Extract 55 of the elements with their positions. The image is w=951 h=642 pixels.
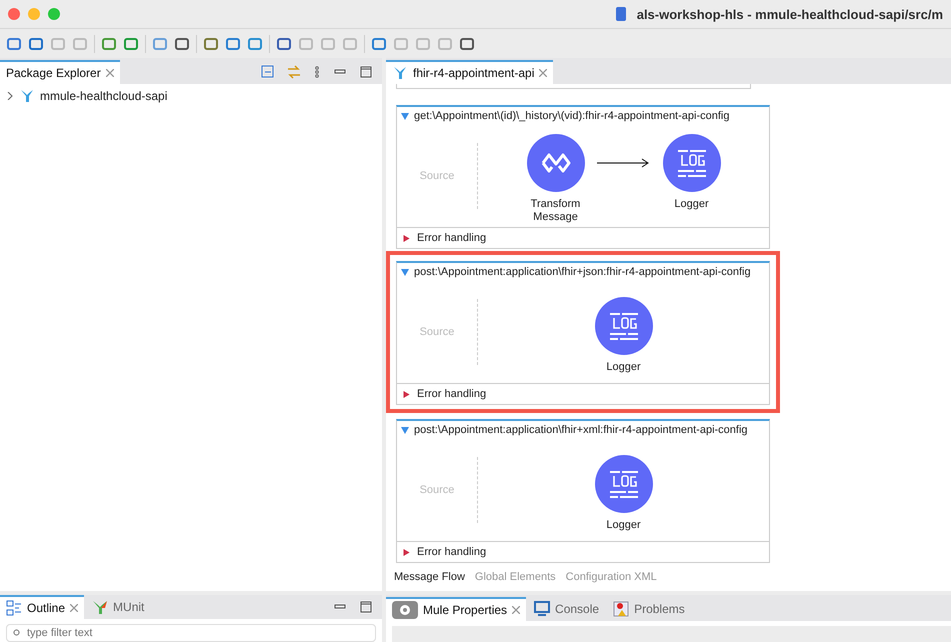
panel-tab[interactable]: Outline [0, 595, 84, 619]
panel-tab[interactable]: MUnit [86, 595, 150, 619]
view-tab[interactable]: Message Flow [394, 569, 465, 585]
munit-icon [92, 599, 108, 615]
project-icon [19, 88, 35, 104]
component-label: Logger [674, 198, 709, 211]
logger-icon[interactable] [594, 296, 652, 354]
close-icon[interactable] [70, 604, 78, 612]
transform-icon[interactable] [526, 134, 584, 192]
error-handling-label: Error handling [417, 546, 486, 558]
collapse-triangle-icon[interactable] [401, 112, 409, 120]
close-icon[interactable] [512, 606, 520, 614]
logger-icon[interactable] [662, 134, 720, 192]
source-label: Source [418, 484, 456, 496]
error-handling-label: Error handling [417, 388, 486, 400]
collapse-triangle-icon[interactable] [401, 426, 409, 434]
expand-triangle-icon[interactable] [403, 548, 411, 556]
editor-tab[interactable]: fhir-r4-appointment-api [386, 60, 554, 84]
component-label: Logger [606, 518, 641, 532]
close-icon[interactable] [539, 69, 548, 77]
error-handling-label: Error handling [417, 232, 486, 244]
flow-name: get:\Appointment\(id)\_history\(vid):fhir-r4-appointment-api-config [414, 110, 730, 122]
view-menu-icon[interactable] [312, 66, 322, 78]
source-label: Source [418, 326, 456, 338]
gear-icon [392, 601, 418, 619]
zoom-button[interactable] [48, 8, 60, 20]
flow-name: post:\Appointment:application\fhir+xml:fhir-r4-appointment-api-config [414, 424, 748, 436]
window-title: als-workshop-hls - mmule-healthcloud-sapi/src/m [636, 6, 943, 22]
expand-triangle-icon[interactable] [403, 234, 411, 242]
panel-tab[interactable]: Mule Properties [386, 597, 526, 621]
outline-icon [6, 600, 22, 616]
expand-triangle-icon[interactable] [403, 390, 411, 398]
tree-item[interactable]: mmule-healthcloud-sapi [40, 89, 168, 103]
problems-icon [613, 601, 630, 617]
panel-tab[interactable]: Package Explorer [0, 60, 120, 84]
source-label: Source [418, 170, 456, 182]
filter-field[interactable]: type filter text [6, 624, 376, 642]
component-label: Logger [606, 360, 641, 374]
collapse-triangle-icon[interactable] [401, 268, 409, 276]
panel-tab[interactable]: Console [528, 597, 606, 621]
close-button[interactable] [8, 8, 20, 20]
maximize-icon[interactable] [358, 64, 374, 80]
panel-tab[interactable]: Problems [607, 597, 691, 621]
close-icon[interactable] [106, 69, 114, 77]
component-label: Transform Message [530, 198, 582, 224]
collapse-all-icon[interactable] [260, 64, 276, 80]
link-editor-icon[interactable] [286, 64, 302, 80]
maximize-icon[interactable] [358, 599, 374, 615]
mule-icon [392, 65, 408, 81]
flow-arrow [596, 158, 650, 168]
search-icon [13, 629, 21, 637]
monitor-icon [534, 601, 550, 617]
flow-name: post:\Appointment:application\fhir+json:fhir-r4-appointment-api-config [414, 266, 751, 278]
chevron-icon[interactable] [6, 92, 14, 100]
logger-icon[interactable] [594, 454, 652, 512]
